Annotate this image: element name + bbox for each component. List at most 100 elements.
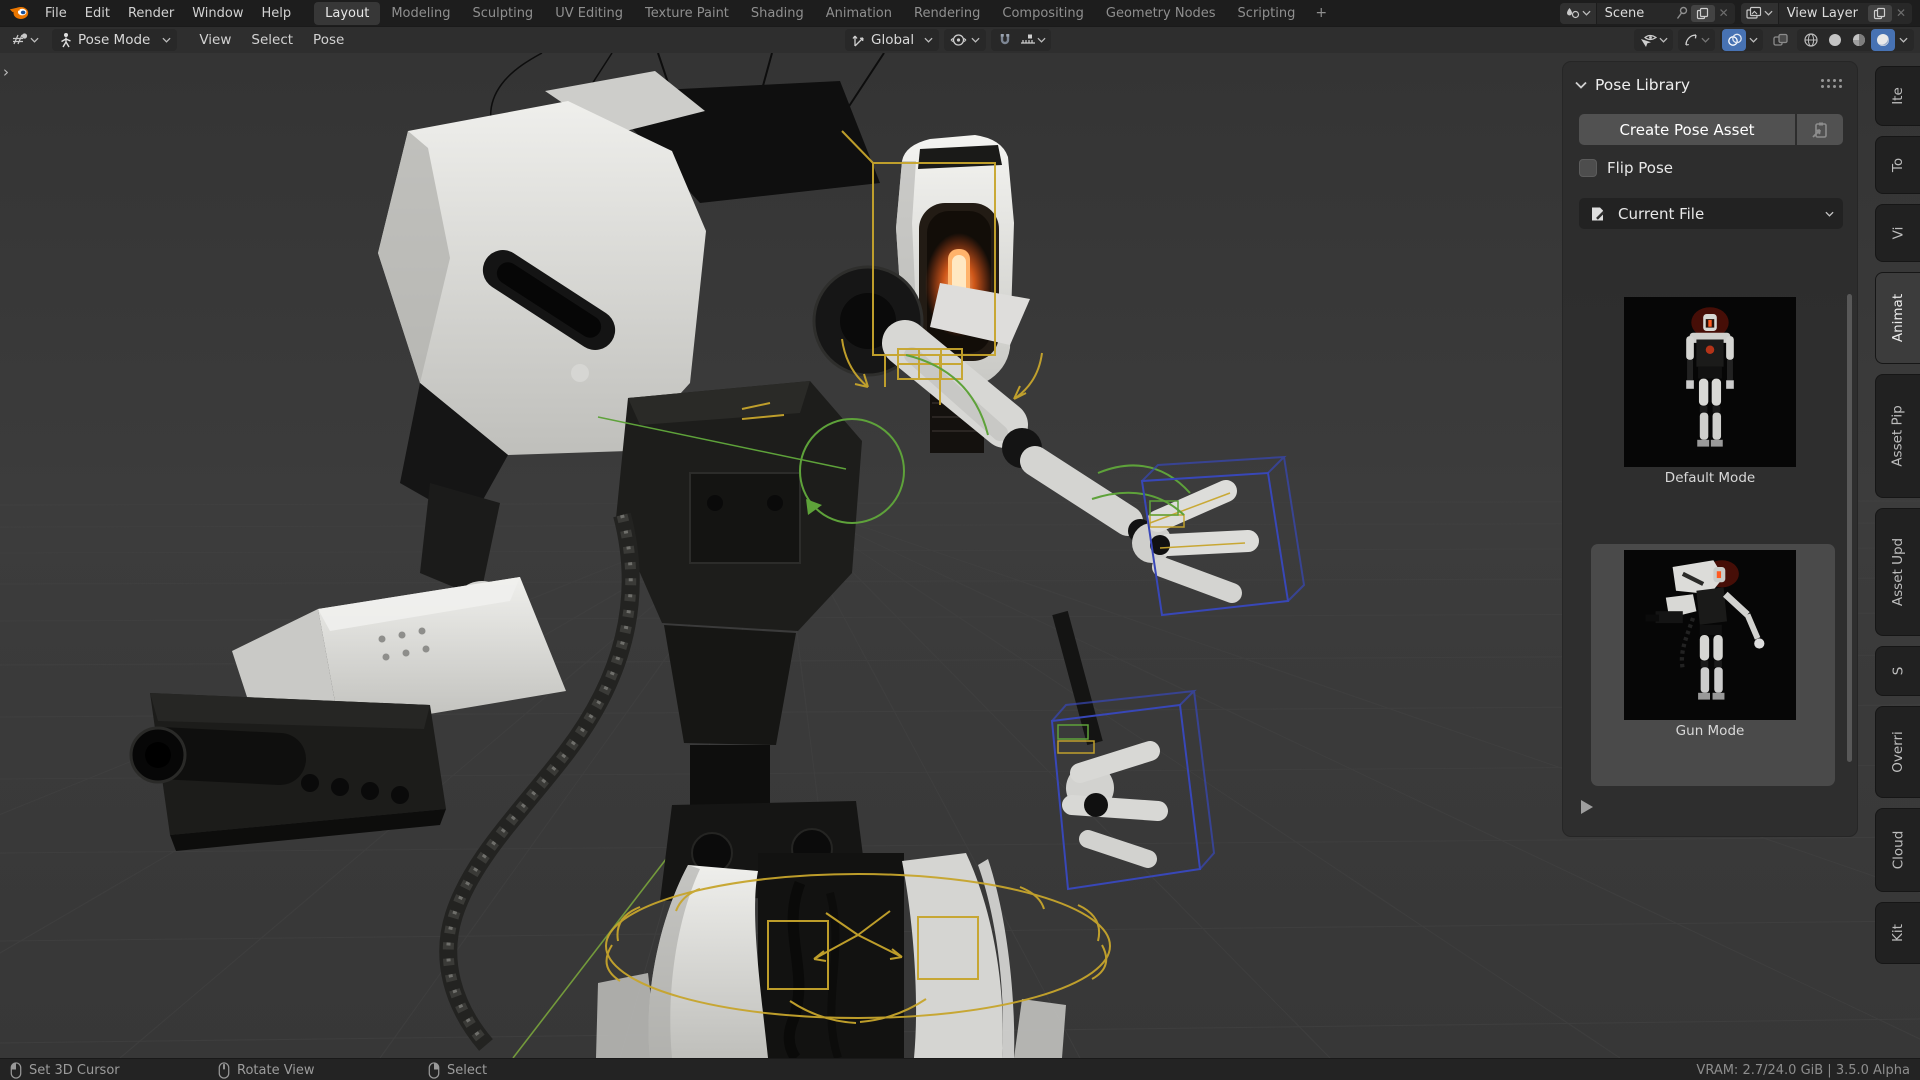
asset-default-mode[interactable]: Default Mode (1563, 297, 1857, 486)
3d-viewport[interactable]: › Pose Library Create Pose Asset (0, 53, 1920, 1058)
menu-render[interactable]: Render (119, 3, 183, 24)
flip-pose-checkbox[interactable] (1579, 159, 1597, 177)
new-scene-button[interactable] (1691, 5, 1715, 22)
sidebar-tab-s[interactable]: S (1875, 646, 1920, 696)
overlays-icon (1726, 32, 1743, 48)
sidebar-tab-kit[interactable]: Kit (1875, 902, 1920, 964)
sidebar-tab-item[interactable]: Ite (1875, 66, 1920, 126)
workspace-tab-uv-editing[interactable]: UV Editing (544, 2, 634, 25)
snap-settings-button[interactable] (1017, 29, 1049, 51)
shading-material-button[interactable] (1847, 29, 1871, 51)
workspace-tab-modeling[interactable]: Modeling (380, 2, 461, 25)
add-workspace-button[interactable]: + (1306, 3, 1336, 23)
material-sphere-icon (1851, 32, 1867, 48)
solid-sphere-icon (1827, 32, 1843, 48)
panel-header[interactable]: Pose Library (1575, 72, 1845, 98)
menu-view[interactable]: View (189, 29, 241, 51)
show-object-types-button[interactable] (1636, 29, 1671, 51)
pose-library-panel: Pose Library Create Pose Asset (1562, 61, 1858, 837)
workspace-tab-layout[interactable]: Layout (314, 2, 380, 25)
menu-select[interactable]: Select (241, 29, 303, 51)
snap-toggle[interactable] (993, 29, 1017, 51)
workspace-tab-compositing[interactable]: Compositing (991, 2, 1095, 25)
pin-icon[interactable] (1675, 6, 1689, 21)
subpanel-expand-arrow[interactable] (1581, 800, 1593, 814)
editor-type-button[interactable] (8, 29, 42, 51)
menu-edit[interactable]: Edit (76, 3, 119, 24)
sidebar-tab-cloud[interactable]: Cloud (1875, 808, 1920, 892)
chevron-down-icon (1701, 37, 1710, 43)
view-layer-browse-button[interactable] (1741, 3, 1779, 24)
flip-pose-label: Flip Pose (1607, 159, 1673, 177)
pivot-point-selector[interactable] (944, 29, 986, 51)
status-bar: Set 3D Cursor Rotate View Select VRAM: 2… (0, 1058, 1920, 1080)
chevron-down-icon (1659, 37, 1668, 43)
snapping-group (991, 29, 1051, 51)
workspace-tab-geometry-nodes[interactable]: Geometry Nodes (1095, 2, 1227, 25)
sidebar-tab-view[interactable]: Vi (1875, 204, 1920, 262)
snap-increment-icon (1020, 32, 1036, 48)
sidebar-tab-asset-update[interactable]: Asset Upd (1875, 508, 1920, 636)
scene-name[interactable]: Scene (1597, 6, 1675, 21)
create-pose-asset-button[interactable]: Create Pose Asset (1579, 114, 1795, 145)
menu-window[interactable]: Window (183, 3, 252, 24)
transform-orientation-label: Global (871, 32, 914, 48)
menu-file[interactable]: File (36, 3, 76, 24)
asset-thumbnail (1624, 297, 1796, 467)
chevron-down-icon (1749, 37, 1758, 43)
shading-wireframe-button[interactable] (1799, 29, 1823, 51)
view-layer-selector: View Layer ✕ (1741, 3, 1912, 24)
toolbar-expand-arrow[interactable]: › (3, 63, 9, 81)
asset-thumbnail (1624, 550, 1796, 720)
workspace-tab-animation[interactable]: Animation (815, 2, 903, 25)
duplicate-icon (1873, 7, 1886, 20)
rendered-sphere-icon (1875, 32, 1891, 48)
asset-list-scrollbar[interactable] (1847, 294, 1852, 762)
asset-gun-mode[interactable]: Gun Mode (1563, 550, 1857, 739)
chevron-down-icon (1764, 10, 1773, 16)
workspace-tab-scripting[interactable]: Scripting (1227, 2, 1307, 25)
scene-browse-button[interactable] (1560, 3, 1597, 24)
unlink-scene-button[interactable]: ✕ (1717, 6, 1735, 20)
menu-pose[interactable]: Pose (303, 29, 354, 51)
shading-solid-button[interactable] (1823, 29, 1847, 51)
shading-rendered-button[interactable] (1871, 29, 1895, 51)
panel-drag-handle-icon[interactable] (1821, 79, 1845, 91)
clipboard-arrow-icon (1810, 120, 1830, 140)
library-source-value: Current File (1618, 205, 1704, 223)
visibility-eye-icon (1639, 32, 1658, 48)
blender-logo-icon[interactable] (8, 5, 30, 21)
transform-orientation-selector[interactable]: Global (845, 29, 939, 51)
workspace-tab-sculpting[interactable]: Sculpting (461, 2, 544, 25)
status-hint-label: Set 3D Cursor (29, 1063, 120, 1078)
view-layer-name[interactable]: View Layer (1779, 6, 1866, 21)
chevron-down-icon (1899, 37, 1908, 43)
sidebar-tab-animation[interactable]: Animat (1875, 272, 1920, 364)
workspace-tab-texture-paint[interactable]: Texture Paint (634, 2, 740, 25)
xray-icon (1772, 32, 1789, 48)
sidebar-tab-asset-pipeline[interactable]: Asset Pip (1875, 374, 1920, 498)
remove-view-layer-button[interactable]: ✕ (1894, 6, 1912, 20)
mode-selector[interactable]: Pose Mode (52, 29, 177, 51)
shading-mode-group (1797, 29, 1914, 51)
workspace-tab-shading[interactable]: Shading (740, 2, 815, 25)
overlays-toggle[interactable] (1722, 29, 1746, 51)
asset-name-label: Gun Mode (1676, 723, 1745, 739)
sidebar-tab-tool[interactable]: To (1875, 136, 1920, 194)
new-view-layer-button[interactable] (1868, 5, 1892, 22)
chevron-down-icon (924, 37, 933, 43)
panel-title: Pose Library (1595, 76, 1690, 94)
library-source-dropdown[interactable]: Current File (1579, 198, 1843, 229)
flip-pose-row: Flip Pose (1579, 159, 1673, 177)
gizmos-button[interactable] (1680, 29, 1713, 51)
chevron-down-icon (1582, 10, 1591, 16)
scene-selector: Scene ✕ (1560, 3, 1735, 24)
menu-help[interactable]: Help (253, 3, 301, 24)
workspace-tab-rendering[interactable]: Rendering (903, 2, 991, 25)
pose-mode-armature-icon (58, 32, 74, 49)
copy-as-asset-button[interactable] (1797, 114, 1843, 145)
sidebar-tab-overrides[interactable]: Overri (1875, 706, 1920, 798)
pivot-point-icon (950, 32, 967, 48)
create-pose-asset-label: Create Pose Asset (1619, 121, 1754, 139)
xray-toggle[interactable] (1768, 29, 1792, 51)
